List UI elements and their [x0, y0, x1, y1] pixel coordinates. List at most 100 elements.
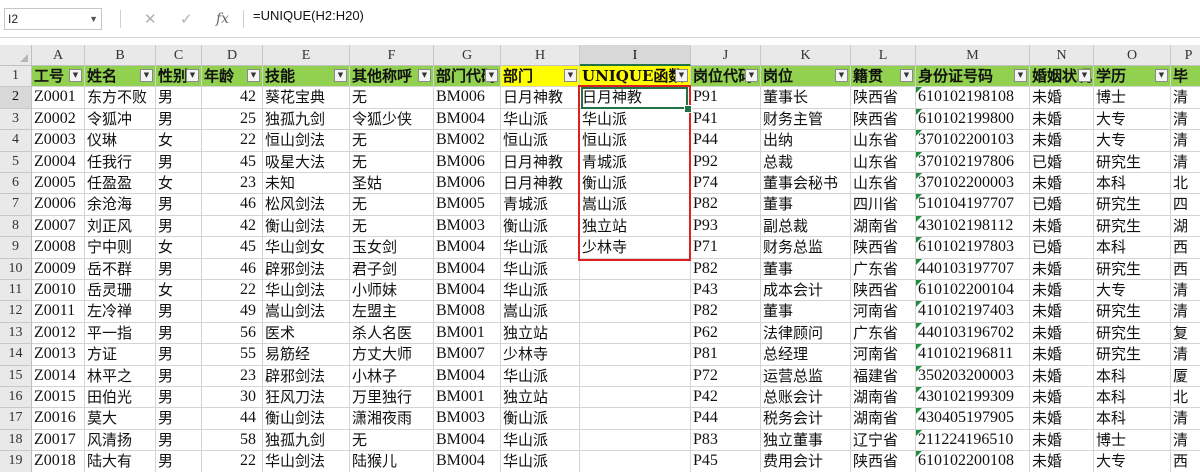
- cell-b18[interactable]: 风清扬: [85, 429, 156, 452]
- cell-o11[interactable]: 大专: [1094, 280, 1171, 302]
- cell-p9[interactable]: 西: [1171, 237, 1200, 259]
- cell-k14[interactable]: 总经理: [761, 344, 851, 366]
- cell-o6[interactable]: 本科: [1094, 173, 1171, 195]
- cell-k13[interactable]: 法律顾问: [761, 322, 851, 345]
- cell-o3[interactable]: 大专: [1094, 108, 1171, 131]
- cell-h14[interactable]: 少林寺: [501, 344, 580, 366]
- cell-m3[interactable]: 610102199800: [916, 108, 1030, 131]
- cell-k7[interactable]: 董事: [761, 194, 851, 216]
- cell-a6[interactable]: Z0005: [32, 173, 85, 195]
- cell-n5[interactable]: 已婚: [1030, 151, 1094, 173]
- cell-i10[interactable]: [580, 258, 691, 280]
- cell-i5[interactable]: 青城派: [580, 151, 691, 173]
- header-cell-p[interactable]: 毕: [1171, 66, 1200, 88]
- cell-j2[interactable]: P91: [691, 87, 761, 109]
- cell-d2[interactable]: 42: [202, 87, 263, 109]
- cell-l18[interactable]: 辽宁省: [851, 429, 916, 452]
- cell-m14[interactable]: 410102196811: [916, 344, 1030, 366]
- cell-h16[interactable]: 独立站: [501, 387, 580, 409]
- row-header-10[interactable]: 10: [0, 258, 32, 280]
- cell-m10[interactable]: 440103197707: [916, 258, 1030, 280]
- cell-h19[interactable]: 华山派: [501, 451, 580, 472]
- cell-c19[interactable]: 男: [156, 451, 202, 472]
- cell-p5[interactable]: 清: [1171, 151, 1200, 173]
- cell-f18[interactable]: 无: [350, 429, 434, 452]
- select-all-button[interactable]: [0, 45, 32, 66]
- cell-i2[interactable]: 日月神教: [580, 87, 691, 109]
- cell-a15[interactable]: Z0014: [32, 365, 85, 387]
- column-header-j[interactable]: J: [691, 45, 761, 66]
- cell-n9[interactable]: 已婚: [1030, 237, 1094, 259]
- cell-h17[interactable]: 衡山派: [501, 408, 580, 430]
- header-cell-h[interactable]: 部门 ▼: [501, 66, 580, 88]
- row-header-15[interactable]: 15: [0, 365, 32, 387]
- cell-l13[interactable]: 广东省: [851, 322, 916, 345]
- cell-b2[interactable]: 东方不败: [85, 87, 156, 109]
- cell-b16[interactable]: 田伯光: [85, 387, 156, 409]
- cell-j14[interactable]: P81: [691, 344, 761, 366]
- cell-h3[interactable]: 华山派: [501, 108, 580, 131]
- row-header-4[interactable]: 4: [0, 130, 32, 152]
- cell-n12[interactable]: 未婚: [1030, 301, 1094, 323]
- cell-h5[interactable]: 日月神教: [501, 151, 580, 173]
- cell-e15[interactable]: 辟邪剑法: [263, 365, 350, 387]
- cell-f6[interactable]: 圣姑: [350, 173, 434, 195]
- row-header-2[interactable]: 2: [0, 87, 32, 109]
- filter-dropdown-icon[interactable]: ▼: [745, 69, 758, 82]
- header-cell-d[interactable]: 年龄 ▼: [202, 66, 263, 88]
- header-cell-c[interactable]: 性别 ▼: [156, 66, 202, 88]
- cell-g4[interactable]: BM002: [434, 130, 501, 152]
- cell-k2[interactable]: 董事长: [761, 87, 851, 109]
- cell-l17[interactable]: 湖南省: [851, 408, 916, 430]
- cell-c18[interactable]: 男: [156, 429, 202, 452]
- formula-input[interactable]: =UNIQUE(H2:H20): [253, 8, 364, 30]
- row-header-6[interactable]: 6: [0, 173, 32, 195]
- cell-m12[interactable]: 410102197403: [916, 301, 1030, 323]
- cell-b5[interactable]: 任我行: [85, 151, 156, 173]
- enter-icon[interactable]: ✓: [180, 9, 193, 29]
- header-cell-i[interactable]: UNIQUE函数 ▼: [580, 66, 691, 88]
- header-cell-g[interactable]: 部门代码 ▼: [434, 66, 501, 88]
- cell-j10[interactable]: P82: [691, 258, 761, 280]
- cell-m2[interactable]: 610102198108: [916, 87, 1030, 109]
- header-cell-f[interactable]: 其他称呼 ▼: [350, 66, 434, 88]
- cell-h4[interactable]: 恒山派: [501, 130, 580, 152]
- filter-dropdown-icon[interactable]: ▼: [675, 69, 688, 82]
- cell-m8[interactable]: 430102198112: [916, 215, 1030, 238]
- header-cell-o[interactable]: 学历 ▼: [1094, 66, 1171, 88]
- cell-j18[interactable]: P83: [691, 429, 761, 452]
- column-header-k[interactable]: K: [761, 45, 851, 66]
- cell-d13[interactable]: 56: [202, 322, 263, 345]
- cell-h8[interactable]: 衡山派: [501, 215, 580, 238]
- cell-i19[interactable]: [580, 451, 691, 472]
- cell-h18[interactable]: 华山派: [501, 429, 580, 452]
- cell-j17[interactable]: P44: [691, 408, 761, 430]
- cell-d5[interactable]: 45: [202, 151, 263, 173]
- cell-j4[interactable]: P44: [691, 130, 761, 152]
- cell-p8[interactable]: 湖: [1171, 215, 1200, 238]
- cell-m7[interactable]: 510104197707: [916, 194, 1030, 216]
- chevron-down-icon[interactable]: ▼: [89, 9, 98, 29]
- cell-f4[interactable]: 无: [350, 130, 434, 152]
- row-header-18[interactable]: 18: [0, 429, 32, 452]
- cell-a18[interactable]: Z0017: [32, 429, 85, 452]
- cell-a17[interactable]: Z0016: [32, 408, 85, 430]
- cell-d17[interactable]: 44: [202, 408, 263, 430]
- cell-m18[interactable]: 211224196510: [916, 429, 1030, 452]
- cell-f12[interactable]: 左盟主: [350, 301, 434, 323]
- cell-f13[interactable]: 杀人名医: [350, 322, 434, 345]
- cell-c2[interactable]: 男: [156, 87, 202, 109]
- cell-f17[interactable]: 潇湘夜雨: [350, 408, 434, 430]
- cell-l19[interactable]: 陕西省: [851, 451, 916, 472]
- cell-f19[interactable]: 陆猴儿: [350, 451, 434, 472]
- cell-b17[interactable]: 莫大: [85, 408, 156, 430]
- row-header-5[interactable]: 5: [0, 151, 32, 173]
- cell-f2[interactable]: 无: [350, 87, 434, 109]
- column-header-b[interactable]: B: [85, 45, 156, 66]
- cell-e19[interactable]: 华山剑法: [263, 451, 350, 472]
- row-header-7[interactable]: 7: [0, 194, 32, 216]
- row-header-13[interactable]: 13: [0, 322, 32, 345]
- cell-l5[interactable]: 山东省: [851, 151, 916, 173]
- cell-h11[interactable]: 华山派: [501, 280, 580, 302]
- header-cell-b[interactable]: 姓名 ▼: [85, 66, 156, 88]
